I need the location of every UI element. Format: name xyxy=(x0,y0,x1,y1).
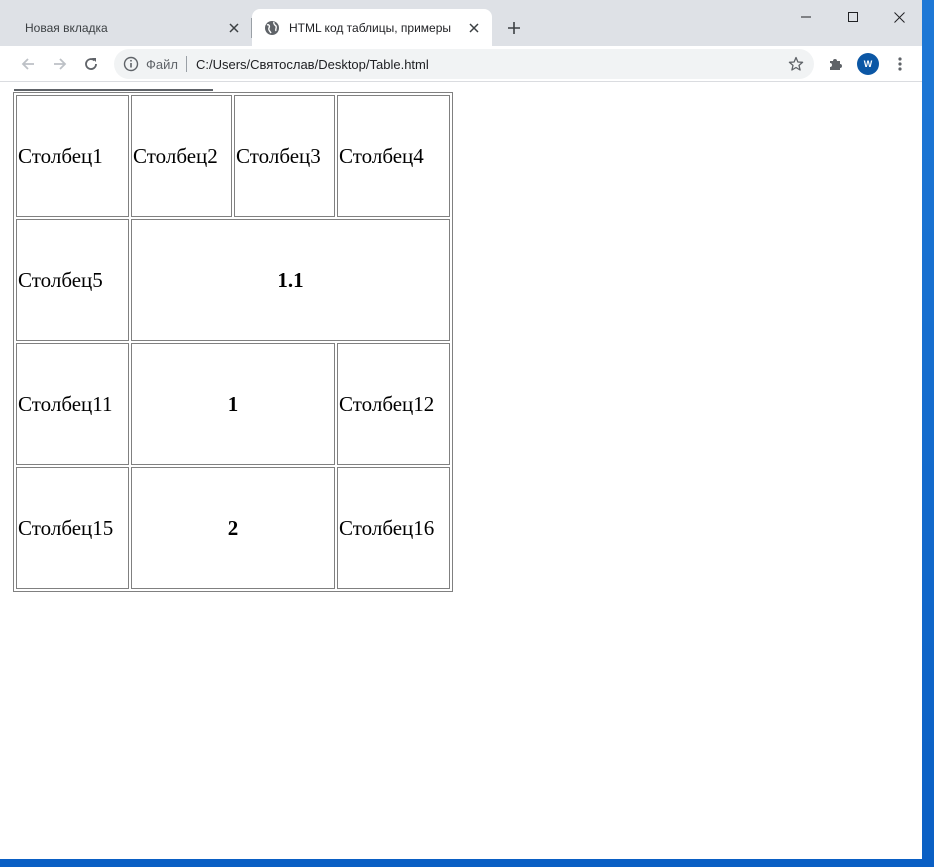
table-cell-merged: 2 xyxy=(131,467,335,589)
browser-toolbar: Файл C:/Users/Святослав/Desktop/Table.ht… xyxy=(0,46,922,82)
page-load-indicator xyxy=(14,89,213,91)
table-cell: Столбец16 xyxy=(337,467,450,589)
forward-button[interactable] xyxy=(46,50,74,78)
minimize-button[interactable] xyxy=(783,0,829,34)
table-cell: Столбец1 xyxy=(16,95,129,217)
table-cell: Столбец4 xyxy=(337,95,450,217)
table-cell: Столбец15 xyxy=(16,467,129,589)
table-cell-merged: 1.1 xyxy=(131,219,450,341)
close-icon[interactable] xyxy=(222,16,246,40)
arrow-left-icon xyxy=(20,56,36,72)
tab-label: HTML код таблицы, примеры xyxy=(289,20,452,35)
reload-icon xyxy=(83,56,99,72)
address-divider xyxy=(185,56,187,72)
table-cell: Столбец11 xyxy=(16,343,129,465)
tab-html-table[interactable]: HTML код таблицы, примеры xyxy=(252,9,492,46)
table-cell: Столбец2 xyxy=(131,95,232,217)
arrow-right-icon xyxy=(52,56,68,72)
info-icon[interactable] xyxy=(122,55,140,73)
maximize-icon xyxy=(848,12,858,22)
table-row: Столбец1 Столбец2 Столбец3 Столбец4 xyxy=(16,95,450,217)
tab-label: Новая вкладка xyxy=(25,20,108,35)
close-window-button[interactable] xyxy=(876,0,922,34)
address-scheme-label: Файл xyxy=(146,56,178,72)
table-row: Столбец11 1 Столбец12 xyxy=(16,343,450,465)
plus-icon xyxy=(507,21,521,35)
table-cell: Столбец3 xyxy=(234,95,335,217)
content-table: Столбец1 Столбец2 Столбец3 Столбец4 Стол… xyxy=(13,92,453,592)
address-bar[interactable]: Файл C:/Users/Святослав/Desktop/Table.ht… xyxy=(114,49,814,79)
table-cell: Столбец12 xyxy=(337,343,450,465)
address-url[interactable]: C:/Users/Святослав/Desktop/Table.html xyxy=(196,57,784,72)
table-cell: Столбец5 xyxy=(16,219,129,341)
close-icon xyxy=(893,11,905,23)
maximize-button[interactable] xyxy=(830,0,876,34)
tab-strip: Новая вкладка HTML код таблицы, примеры xyxy=(0,0,922,46)
kebab-menu-icon xyxy=(898,56,902,72)
back-button[interactable] xyxy=(14,50,42,78)
menu-button[interactable] xyxy=(886,50,914,78)
table-cell-merged: 1 xyxy=(131,343,335,465)
avatar[interactable]: W xyxy=(857,53,879,75)
table-row: Столбец15 2 Столбец16 xyxy=(16,467,450,589)
tab-new-tab[interactable]: Новая вкладка xyxy=(8,9,252,46)
globe-icon xyxy=(264,20,280,36)
reload-button[interactable] xyxy=(77,50,105,78)
browser-window: Новая вкладка HTML код таблицы, примеры xyxy=(0,0,922,859)
extensions-button[interactable] xyxy=(822,50,850,78)
new-tab-button[interactable] xyxy=(502,16,526,40)
puzzle-icon xyxy=(828,56,844,72)
close-icon[interactable] xyxy=(462,16,486,40)
table-row: Столбец5 1.1 xyxy=(16,219,450,341)
minimize-icon xyxy=(801,12,811,22)
star-icon[interactable] xyxy=(784,52,808,76)
